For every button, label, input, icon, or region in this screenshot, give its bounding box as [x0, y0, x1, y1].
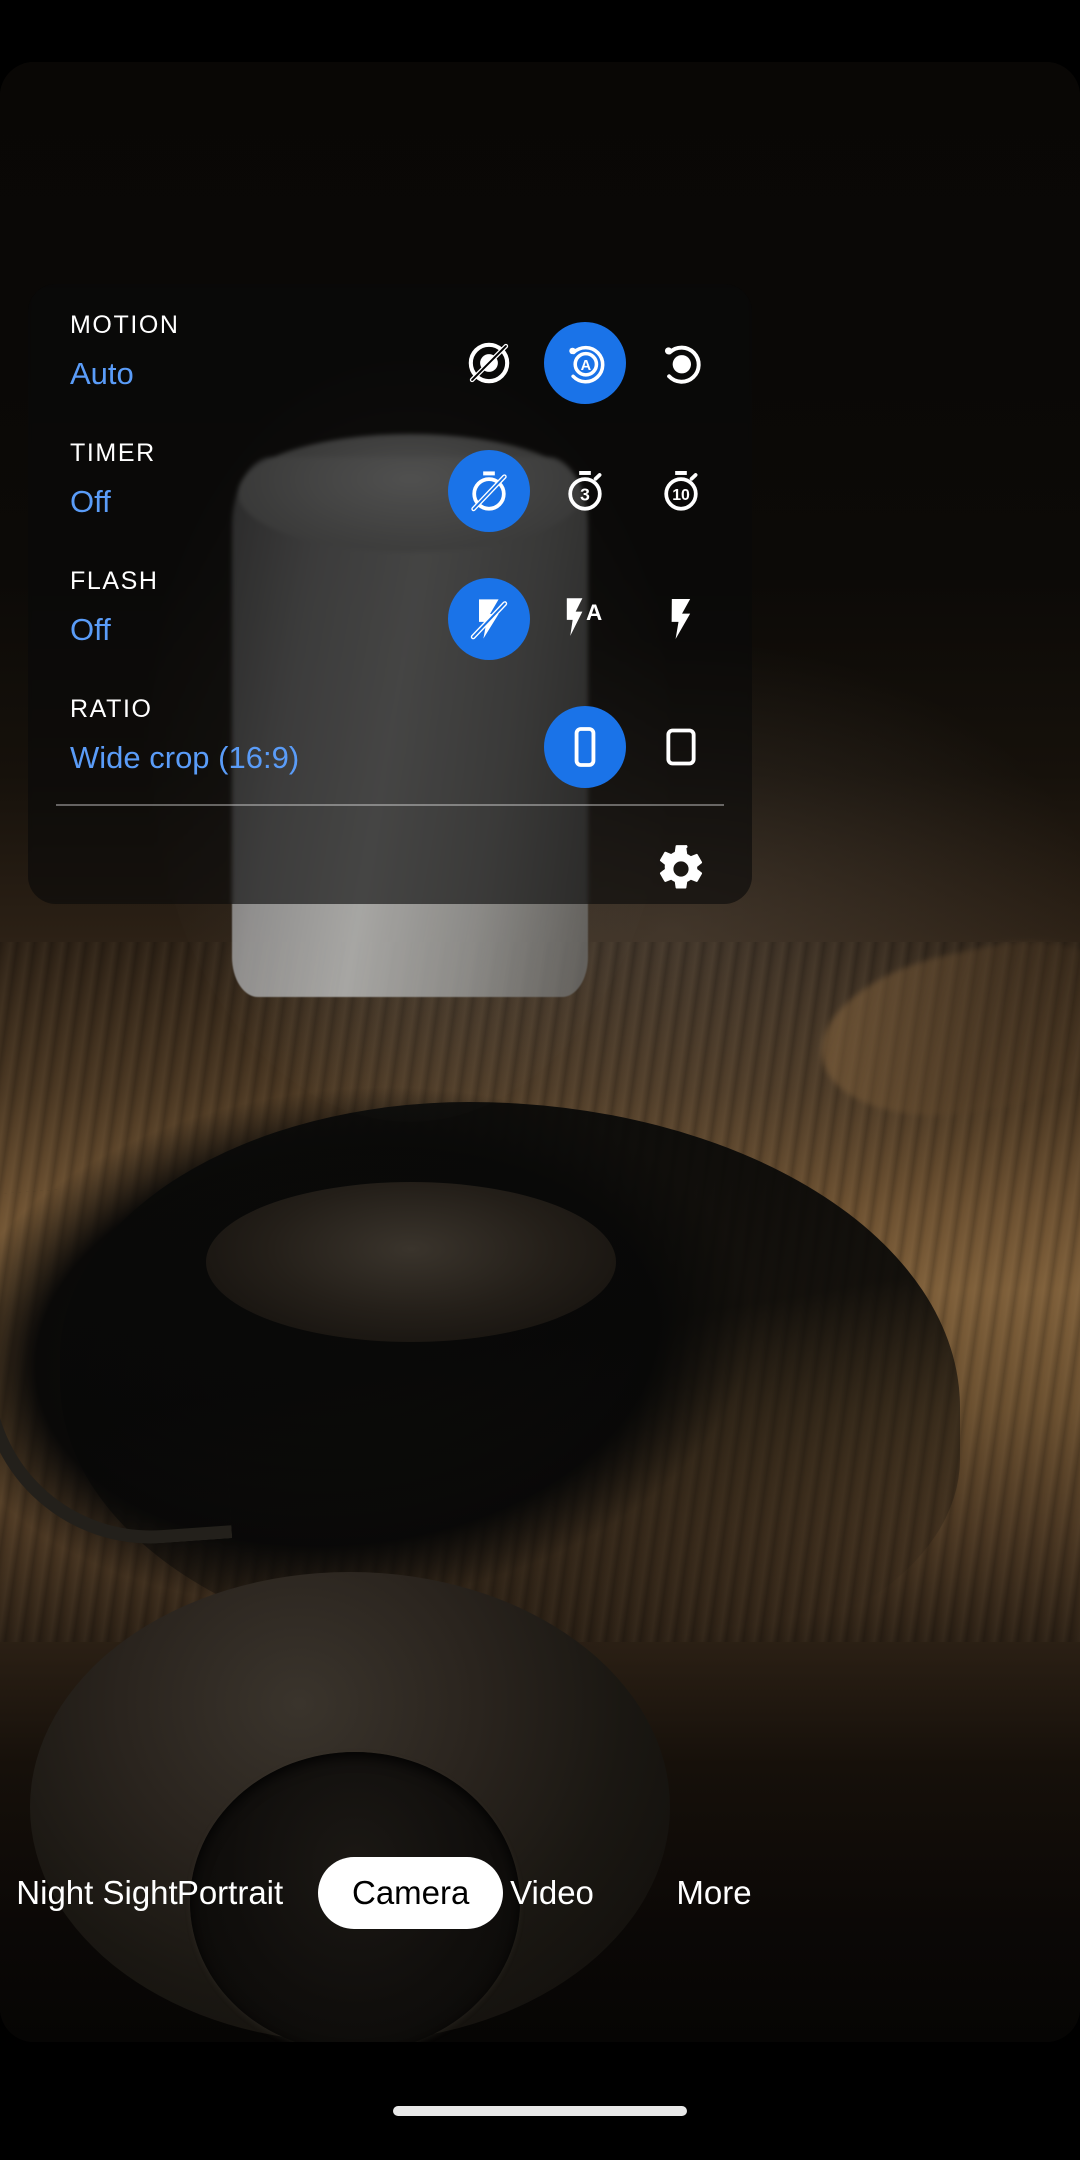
setting-row-ratio: RATIO Wide crop (16:9) — [28, 668, 752, 796]
mode-item-more[interactable]: More — [614, 1838, 814, 1948]
setting-value-motion: Auto — [70, 356, 134, 391]
motion-off-icon — [463, 337, 515, 389]
timer-10s-option[interactable]: 10 — [640, 450, 722, 532]
flash-off-icon — [464, 594, 514, 644]
timer-10s-icon: 10 — [656, 466, 706, 516]
setting-value-flash: Off — [70, 612, 111, 647]
ratio-16-9-option[interactable] — [544, 706, 626, 788]
flash-auto-option[interactable]: A — [544, 578, 626, 660]
flash-off-option[interactable] — [448, 578, 530, 660]
svg-text:10: 10 — [672, 487, 690, 504]
flash-on-option[interactable] — [640, 578, 722, 660]
motion-on-option[interactable] — [640, 322, 722, 404]
motion-on-icon — [656, 338, 706, 388]
timer-3s-icon: 3 — [560, 466, 610, 516]
motion-off-option[interactable] — [448, 322, 530, 404]
mode-item-portrait[interactable]: Portrait — [130, 1838, 330, 1948]
flash-on-icon — [656, 594, 706, 644]
viewfinder-lamp-base — [206, 1182, 616, 1342]
motion-auto-option[interactable]: A — [544, 322, 626, 404]
setting-value-ratio: Wide crop (16:9) — [70, 740, 300, 775]
setting-title-motion: MOTION — [70, 311, 180, 339]
svg-text:3: 3 — [580, 485, 590, 505]
setting-labels-timer: TIMER Off — [70, 438, 156, 520]
setting-row-timer: TIMER Off 3 10 — [28, 412, 752, 540]
setting-title-timer: TIMER — [70, 439, 156, 467]
ratio-4-3-icon — [658, 724, 704, 770]
svg-text:A: A — [581, 358, 592, 374]
ratio-4-3-option[interactable] — [640, 706, 722, 788]
viewfinder-cable — [0, 1179, 233, 1555]
timer-3s-option[interactable]: 3 — [544, 450, 626, 532]
setting-title-flash: FLASH — [70, 567, 159, 595]
setting-labels-ratio: RATIO Wide crop (16:9) — [70, 694, 299, 776]
camera-app-screen: MOTION Auto A TIMER Off 3 10 FLASH Off A… — [0, 0, 1080, 2160]
setting-labels-motion: MOTION Auto — [70, 310, 180, 392]
setting-labels-flash: FLASH Off — [70, 566, 159, 648]
svg-text:A: A — [586, 600, 602, 625]
gear-icon — [655, 843, 707, 900]
setting-title-ratio: RATIO — [70, 695, 153, 723]
setting-row-flash: FLASH Off A — [28, 540, 752, 668]
setting-value-timer: Off — [70, 484, 111, 519]
ratio-16-9-icon — [562, 724, 608, 770]
motion-auto-icon: A — [560, 338, 610, 388]
setting-row-motion: MOTION Auto A — [28, 284, 752, 412]
camera-bottom-controls — [0, 1570, 1080, 1810]
mode-carousel: Night Sight Portrait Camera Video More — [0, 1838, 1080, 1948]
flash-auto-icon: A — [559, 593, 611, 645]
timer-off-option[interactable] — [448, 450, 530, 532]
settings-panel-divider — [56, 804, 724, 806]
more-settings-button[interactable] — [640, 830, 722, 912]
timer-off-icon — [464, 466, 514, 516]
camera-settings-panel: MOTION Auto A TIMER Off 3 10 FLASH Off A… — [28, 284, 752, 904]
system-navigation-pill[interactable] — [393, 2106, 687, 2116]
